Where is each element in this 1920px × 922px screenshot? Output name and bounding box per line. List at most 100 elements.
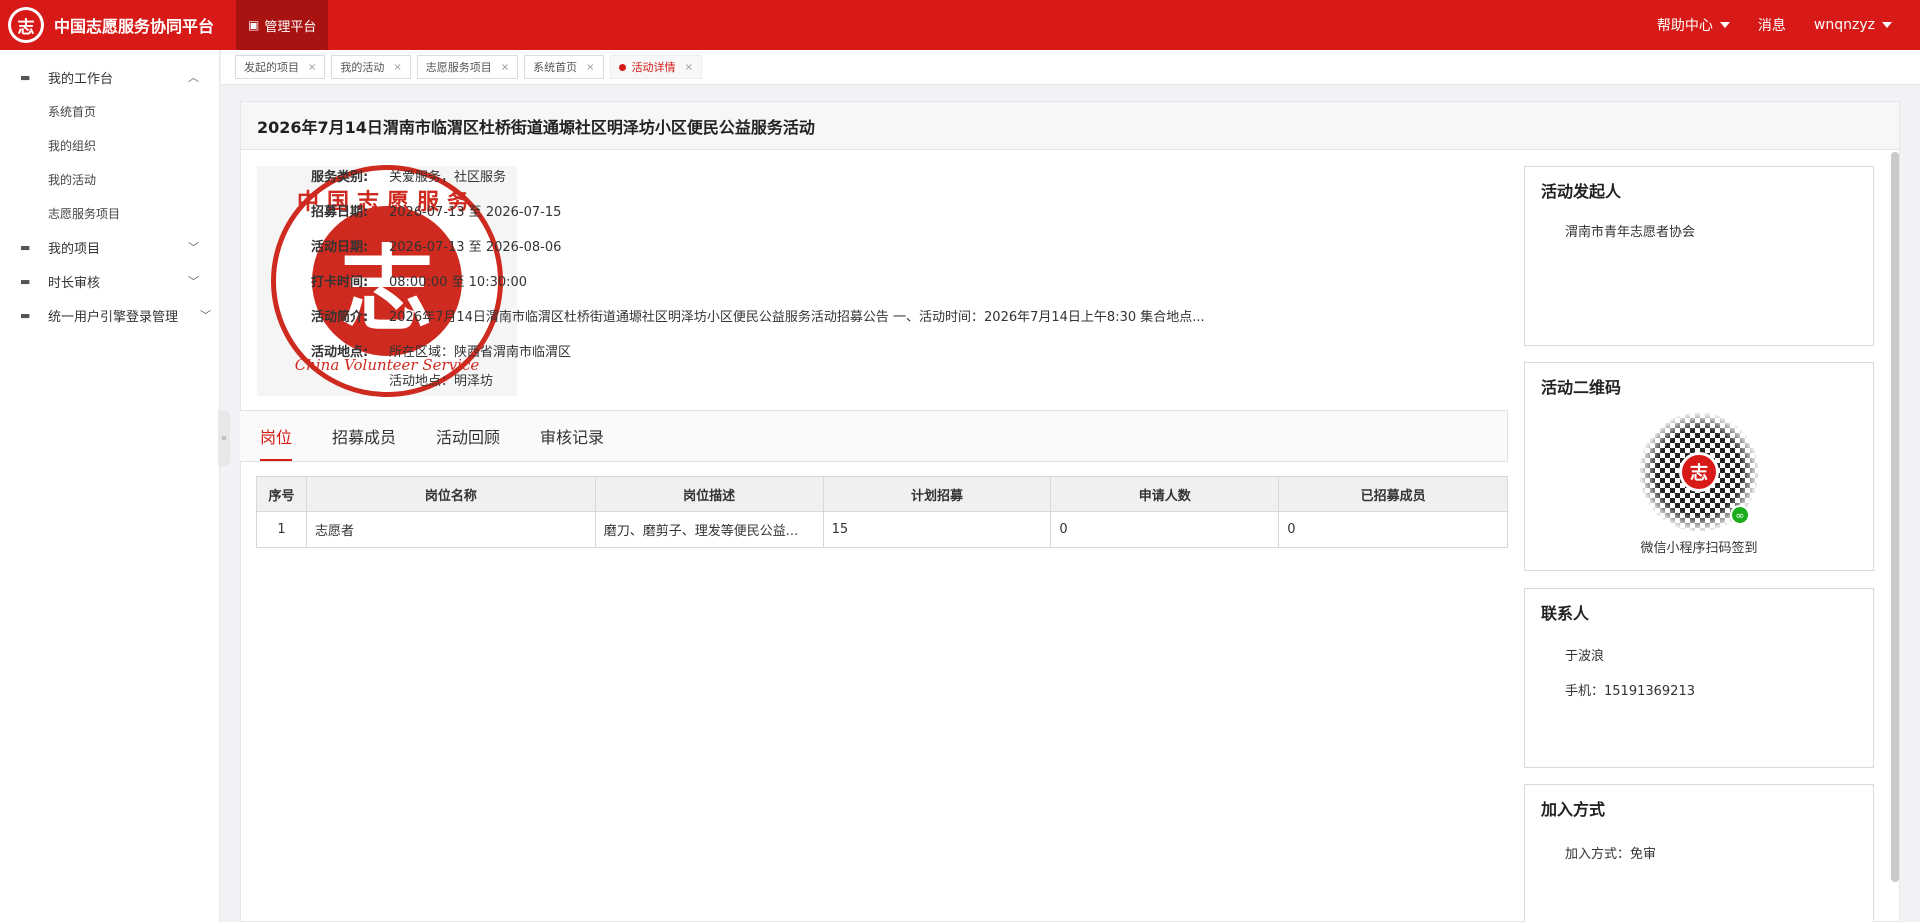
tab-label: 活动详情 (631, 61, 676, 74)
field-label: 招募日期: (311, 205, 369, 220)
qrcode-icon[interactable]: 志 ∞ (1640, 413, 1758, 531)
close-icon[interactable]: × (501, 62, 509, 73)
management-platform-tab[interactable]: ▣ 管理平台 (236, 0, 329, 50)
user-menu[interactable]: wnqnzyz (1814, 17, 1892, 33)
intro-value: 2026年7月14日渭南市临渭区杜桥街道通塬社区明泽坊小区便民公益服务活动招募公… (389, 310, 1205, 325)
organizer-name: 渭南市青年志愿者协会 (1565, 225, 1696, 240)
field-label: 活动日期: (311, 240, 369, 255)
chevron-down-icon: ﹀ (200, 309, 211, 322)
activity-info: 服务类别: 关爱服务，社区服务 招募日期: 2026-07-13 至 2026-… (311, 166, 1249, 389)
menu-group-label: 统一用户引擎登录管理 (48, 309, 179, 325)
monitor-icon: ▬ (20, 274, 31, 288)
sidebar-item-my-activities[interactable]: 我的活动 (0, 162, 219, 196)
tab-recruited-members[interactable]: 招募成员 (332, 411, 396, 461)
table-cell: 磨刀、磨剪子、理发等便民公益... (594, 511, 824, 548)
brand[interactable]: 志 中国志愿服务协同平台 (0, 0, 236, 50)
field-label: 服务类别: (311, 170, 369, 185)
activity-title: 2026年7月14日渭南市临渭区杜桥街道通塬社区明泽坊小区便民公益服务活动 (241, 102, 1899, 150)
menu-group-label: 我的项目 (48, 241, 101, 257)
menu-group-hours-review[interactable]: ▬ 时长审核 ﹀ (0, 264, 219, 298)
messages-link[interactable]: 消息 (1758, 15, 1786, 35)
header-actions: 帮助中心 消息 wnqnzyz (1629, 15, 1920, 35)
table-cell: 15 (822, 511, 1052, 548)
column-header: 计划招募 (822, 476, 1052, 512)
place-value: 活动地点：明泽坊 (389, 374, 494, 389)
qrcode-panel: 活动二维码 志 ∞ 微信小程序扫码签到 (1524, 362, 1874, 571)
field-label: 打卡时间: (311, 275, 369, 290)
sidebar-collapse-button[interactable]: « (218, 410, 230, 466)
tab-activity-review[interactable]: 活动回顾 (436, 411, 500, 461)
close-icon[interactable]: × (586, 62, 594, 73)
column-header: 岗位名称 (305, 476, 596, 512)
scrollbar-thumb[interactable] (1891, 152, 1899, 882)
column-header: 已招募成员 (1278, 476, 1508, 512)
sidebar: ▬ 我的工作台 ︿ 系统首页 我的组织 我的活动 志愿服务项目 ▬ 我的项目 ﹀… (0, 50, 220, 922)
contact-panel: 联系人 于波浪 手机：15191369213 (1524, 588, 1874, 768)
help-center-label: 帮助中心 (1656, 18, 1713, 34)
info-row-checkin-time: 打卡时间: 08:00:00 至 10:30:00 (311, 271, 1249, 306)
sidebar-item-my-organization[interactable]: 我的组织 (0, 128, 219, 162)
logo-mark: 志 (11, 10, 41, 40)
tab-system-home[interactable]: 系统首页 × (524, 55, 604, 79)
close-icon[interactable]: × (308, 62, 316, 73)
chevron-down-icon (1882, 22, 1892, 28)
tab-audit-records[interactable]: 审核记录 (540, 411, 604, 461)
service-type-value: 关爱服务，社区服务 (389, 170, 507, 185)
table-row[interactable]: 1 志愿者 磨刀、磨剪子、理发等便民公益... 15 0 0 (256, 511, 1508, 548)
menu-group-label: 我的工作台 (48, 71, 114, 87)
close-icon[interactable]: × (393, 62, 401, 73)
qrcode-caption: 微信小程序扫码签到 (1640, 541, 1758, 556)
contact-phone: 手机：15191369213 (1565, 684, 1695, 699)
panel-title: 联系人 (1541, 604, 1590, 623)
column-header: 岗位描述 (594, 476, 824, 512)
mini-program-icon: ∞ (1730, 505, 1750, 525)
chevron-up-icon: ︿ (188, 71, 199, 84)
chevron-down-icon (1719, 22, 1730, 28)
sidebar-item-volunteer-projects[interactable]: 志愿服务项目 (0, 196, 219, 230)
field-label: 活动地点: (311, 345, 369, 360)
info-row-intro: 活动简介: 2026年7月14日渭南市临渭区杜桥街道通塬社区明泽坊小区便民公益服… (311, 306, 1249, 341)
management-platform-label: 管理平台 (264, 19, 317, 35)
column-header: 序号 (256, 476, 307, 512)
tab-initiated-projects[interactable]: 发起的项目 × (235, 55, 326, 79)
tab-label: 发起的项目 (244, 61, 299, 74)
tab-activity-detail[interactable]: 活动详情 × (609, 55, 702, 79)
join-method-value: 加入方式：免审 (1565, 847, 1657, 862)
tab-label: 我的活动 (340, 61, 385, 74)
menu-group-unified-login[interactable]: ▬ 统一用户引擎登录管理 ﹀ (0, 298, 219, 332)
monitor-icon: ▬ (20, 70, 31, 84)
table-cell: 0 (1050, 511, 1280, 548)
sidebar-item-system-home[interactable]: 系统首页 (0, 94, 219, 128)
page-tabs-bar: 发起的项目 × 我的活动 × 志愿服务项目 × 系统首页 × 活动详情 × (221, 50, 1920, 85)
menu-group-label: 时长审核 (48, 275, 101, 291)
monitor-icon: ▬ (20, 308, 31, 322)
table-cell: 志愿者 (305, 511, 596, 548)
panel-title: 活动二维码 (1541, 378, 1622, 397)
close-icon[interactable]: × (685, 62, 693, 73)
active-dot-icon (618, 63, 626, 71)
platform-logo: 志 (8, 7, 44, 43)
activity-date-value: 2026-07-13 至 2026-08-06 (389, 240, 562, 255)
info-row-recruit-date: 招募日期: 2026-07-13 至 2026-07-15 (311, 201, 1249, 236)
platform-title: 中国志愿服务协同平台 (54, 17, 215, 36)
tab-my-activities[interactable]: 我的活动 × (331, 55, 411, 79)
field-label: 活动简介: (311, 310, 369, 325)
tab-label: 志愿服务项目 (425, 61, 492, 74)
panel-title: 加入方式 (1541, 800, 1606, 819)
chevron-down-icon: ﹀ (188, 275, 199, 288)
chat-icon: ▣ (248, 18, 260, 32)
menu-group-workbench[interactable]: ▬ 我的工作台 ︿ (0, 60, 219, 94)
join-method-panel: 加入方式 加入方式：免审 (1524, 784, 1874, 922)
help-center-menu[interactable]: 帮助中心 (1657, 15, 1730, 35)
table-cell: 0 (1278, 511, 1508, 548)
messages-label: 消息 (1757, 18, 1786, 34)
content-scrollbar[interactable] (1891, 152, 1899, 882)
menu-group-my-projects[interactable]: ▬ 我的项目 ﹀ (0, 230, 219, 264)
username: wnqnzyz (1813, 17, 1875, 33)
detail-tabs: 岗位 招募成员 活动回顾 审核记录 (240, 410, 1508, 462)
qrcode-logo: 志 (1679, 452, 1719, 492)
tab-volunteer-projects[interactable]: 志愿服务项目 × (416, 55, 519, 79)
tab-positions[interactable]: 岗位 (260, 411, 293, 461)
region-value: 所在区域：陕西省渭南市临渭区 (389, 345, 572, 360)
monitor-icon: ▬ (20, 240, 31, 254)
